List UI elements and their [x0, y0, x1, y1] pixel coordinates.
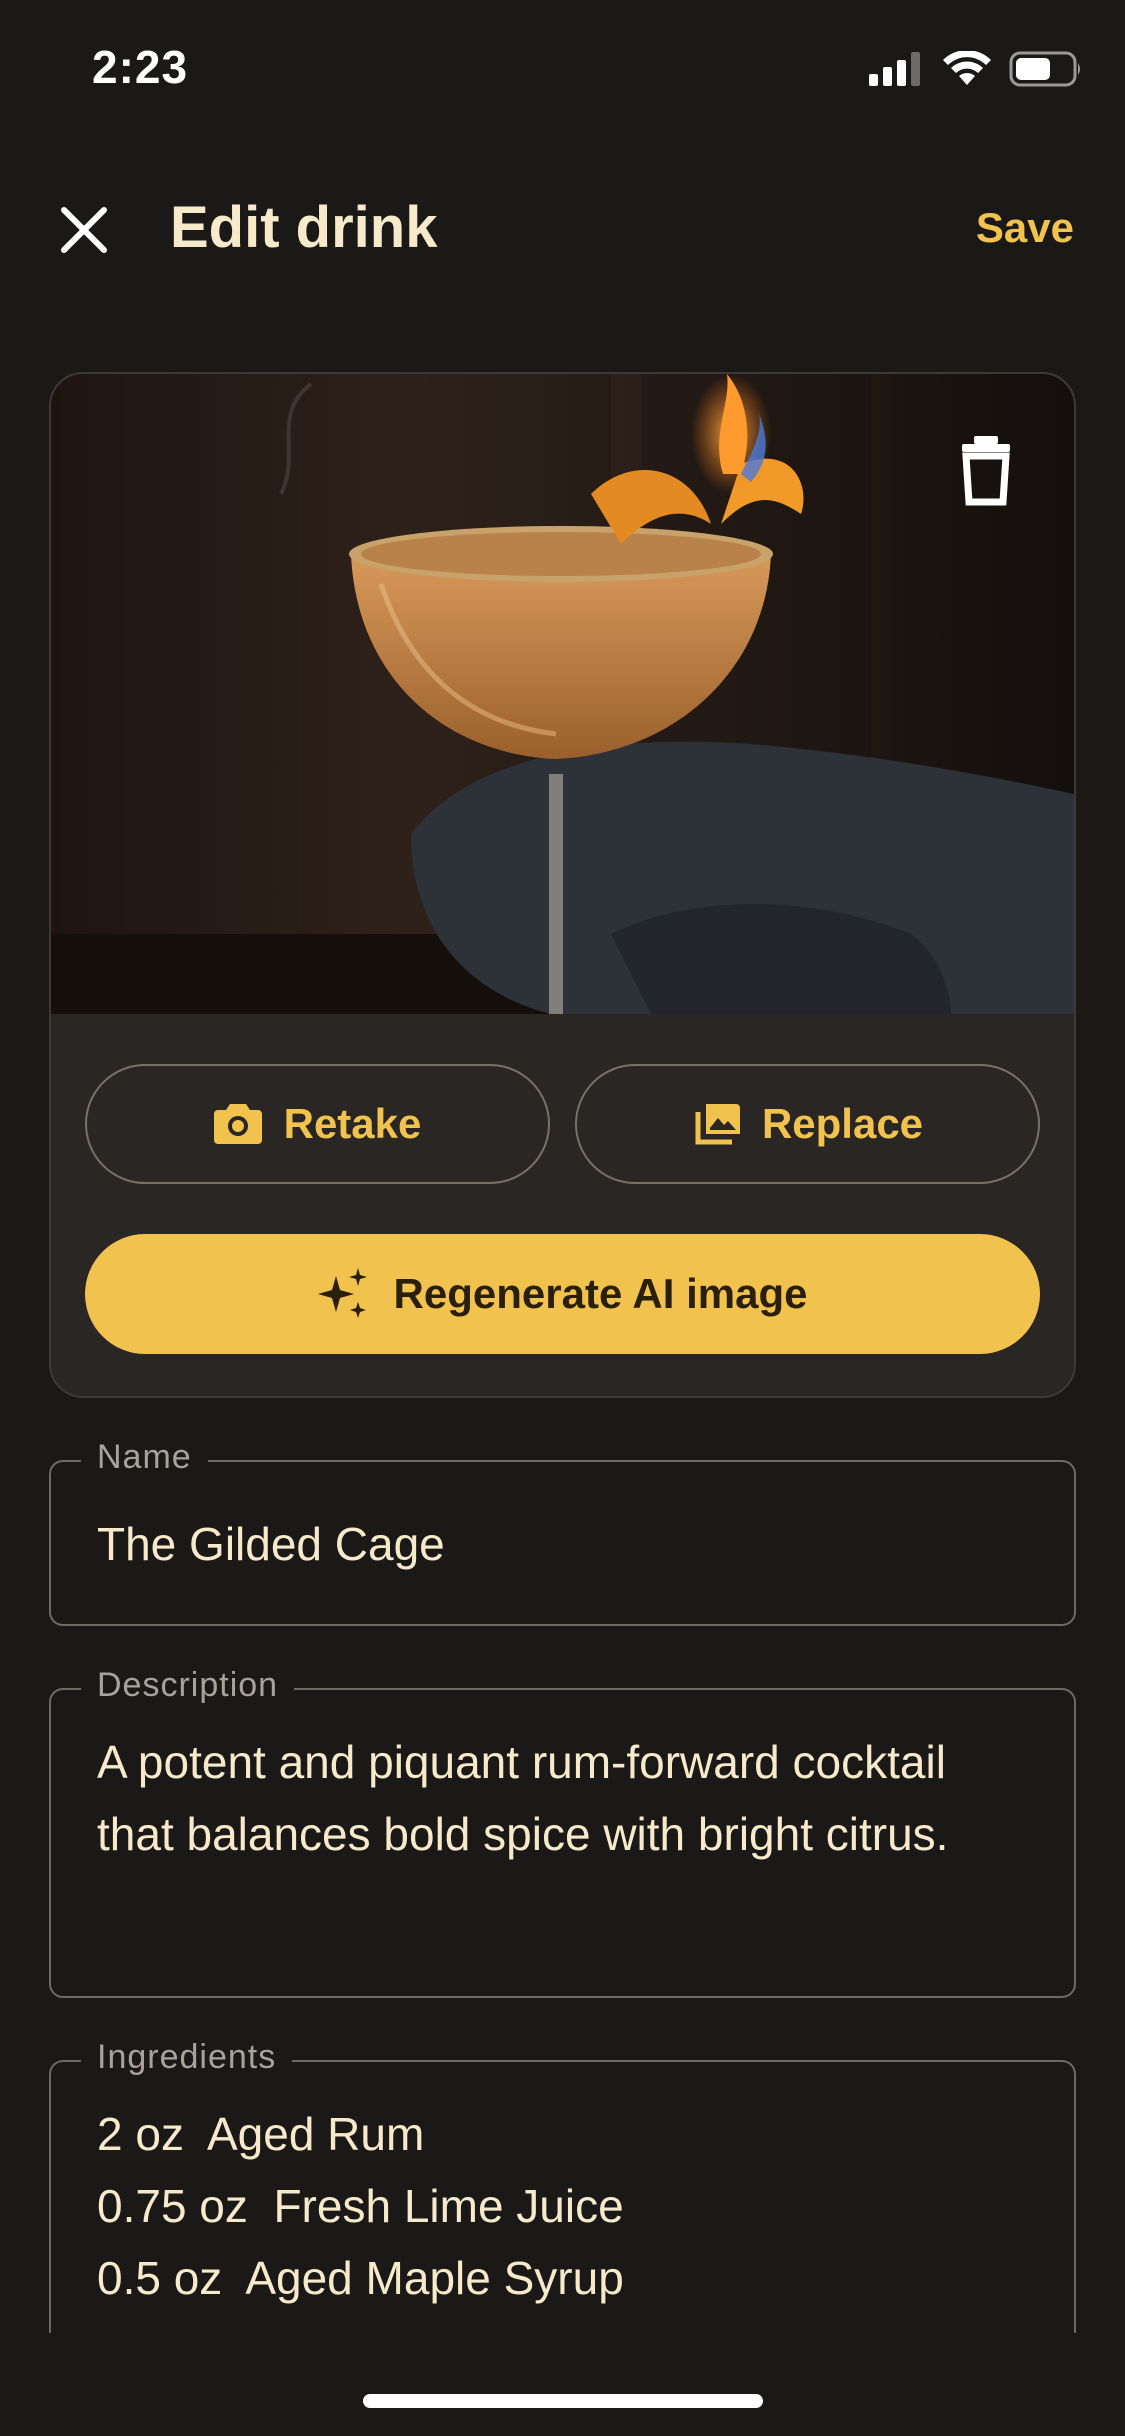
home-indicator[interactable] — [363, 2394, 763, 2408]
ingredients-input[interactable]: 2 oz Aged Rum 0.75 oz Fresh Lime Juice 0… — [97, 2098, 1034, 2314]
ingredients-field[interactable]: Ingredients 2 oz Aged Rum 0.75 oz Fresh … — [49, 2038, 1076, 2333]
ingredient-line: 0.5 oz Aged Maple Syrup — [97, 2252, 624, 2304]
ingredients-scroll-area: Ingredients 2 oz Aged Rum 0.75 oz Fresh … — [0, 0, 1125, 2333]
ingredient-line: 2 oz Aged Rum — [97, 2108, 425, 2160]
ingredients-field-label: Ingredients — [81, 2038, 293, 2077]
edit-drink-screen: 2:23 Edit drink Save Retake Replace Rege… — [0, 0, 1125, 2436]
ingredient-line: 0.75 oz Fresh Lime Juice — [97, 2180, 624, 2232]
